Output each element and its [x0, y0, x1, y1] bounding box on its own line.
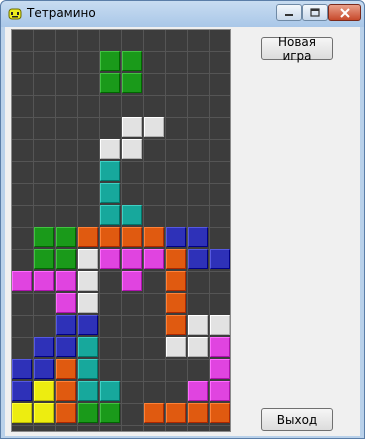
- close-icon: [339, 7, 350, 18]
- block-cell: [210, 359, 230, 379]
- block-cell: [100, 139, 120, 159]
- block-cell: [56, 293, 76, 313]
- close-button[interactable]: [328, 4, 361, 21]
- game-board[interactable]: [11, 29, 231, 432]
- block-cell: [122, 51, 142, 71]
- block-cell: [210, 403, 230, 423]
- block-cell: [78, 403, 98, 423]
- block-cell: [56, 381, 76, 401]
- block-cell: [78, 315, 98, 335]
- block-cell: [100, 161, 120, 181]
- app-window: Тетрамино Новая игра Выход: [0, 0, 365, 439]
- block-cell: [12, 403, 32, 423]
- block-cell: [34, 249, 54, 269]
- block-cell: [100, 73, 120, 93]
- block-cell: [78, 271, 98, 291]
- block-cell: [122, 227, 142, 247]
- block-cell: [122, 271, 142, 291]
- minimize-icon: [285, 13, 293, 16]
- block-cell: [56, 359, 76, 379]
- block-cell: [78, 359, 98, 379]
- block-cell: [188, 227, 208, 247]
- block-cell: [34, 227, 54, 247]
- app-icon: [8, 8, 22, 20]
- title-bar[interactable]: Тетрамино: [1, 1, 364, 27]
- block-cell: [122, 139, 142, 159]
- block-cell: [78, 227, 98, 247]
- block-cell: [210, 315, 230, 335]
- block-cell: [34, 381, 54, 401]
- block-cell: [56, 271, 76, 291]
- block-cell: [56, 337, 76, 357]
- block-cell: [78, 293, 98, 313]
- block-cell: [166, 249, 186, 269]
- block-cell: [100, 183, 120, 203]
- block-cell: [122, 205, 142, 225]
- block-cell: [144, 227, 164, 247]
- block-cell: [78, 381, 98, 401]
- block-cell: [34, 359, 54, 379]
- block-cell: [56, 249, 76, 269]
- block-cell: [100, 249, 120, 269]
- block-cell: [34, 271, 54, 291]
- minimize-button[interactable]: [276, 4, 302, 21]
- new-game-button[interactable]: Новая игра: [261, 35, 333, 63]
- block-cell: [188, 337, 208, 357]
- block-cell: [188, 315, 208, 335]
- block-cell: [144, 249, 164, 269]
- block-cell: [122, 117, 142, 137]
- block-cell: [78, 249, 98, 269]
- block-cell: [144, 403, 164, 423]
- block-cell: [56, 227, 76, 247]
- block-cell: [100, 381, 120, 401]
- block-cell: [188, 381, 208, 401]
- block-cell: [122, 249, 142, 269]
- block-cell: [210, 337, 230, 357]
- block-cell: [166, 271, 186, 291]
- block-cell: [12, 271, 32, 291]
- block-cell: [100, 205, 120, 225]
- maximize-button[interactable]: [302, 4, 328, 21]
- client-area: Новая игра Выход: [5, 27, 360, 436]
- block-cell: [166, 293, 186, 313]
- block-cell: [188, 403, 208, 423]
- block-cell: [34, 337, 54, 357]
- block-cell: [122, 73, 142, 93]
- block-cell: [100, 227, 120, 247]
- block-cell: [188, 249, 208, 269]
- block-cell: [34, 403, 54, 423]
- block-cell: [166, 315, 186, 335]
- maximize-icon: [310, 8, 320, 17]
- block-cell: [144, 117, 164, 137]
- block-cell: [78, 337, 98, 357]
- block-cell: [210, 381, 230, 401]
- block-cell: [12, 359, 32, 379]
- block-cell: [166, 227, 186, 247]
- block-cell: [100, 403, 120, 423]
- block-cell: [100, 51, 120, 71]
- block-cell: [166, 337, 186, 357]
- block-cell: [12, 381, 32, 401]
- block-cell: [56, 315, 76, 335]
- block-cell: [166, 403, 186, 423]
- exit-button[interactable]: Выход: [261, 408, 333, 431]
- window-title: Тетрамино: [27, 6, 96, 20]
- block-cell: [56, 403, 76, 423]
- block-cell: [210, 249, 230, 269]
